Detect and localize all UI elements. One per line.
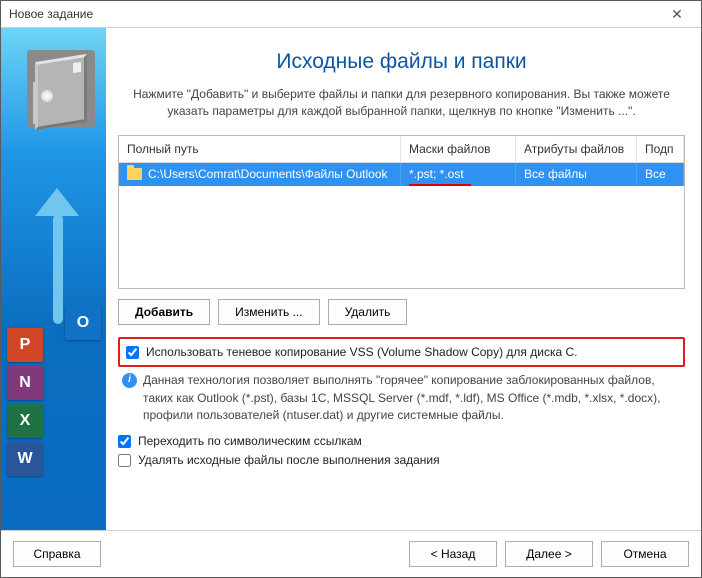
col-path-header[interactable]: Полный путь	[119, 136, 401, 162]
cell-attr: Все файлы	[516, 163, 637, 186]
next-button[interactable]: Далее >	[505, 541, 593, 567]
cell-sub: Все	[637, 163, 684, 186]
vss-label: Использовать теневое копирование VSS (Vo…	[146, 345, 577, 359]
close-icon: ✕	[671, 6, 683, 23]
source-table: Полный путь Маски файлов Атрибуты файлов…	[118, 135, 685, 289]
table-header: Полный путь Маски файлов Атрибуты файлов…	[119, 136, 684, 163]
cell-mask: *.pst; *.ost	[401, 163, 516, 186]
window-title: Новое задание	[9, 7, 93, 21]
row-sub-text: Все	[645, 167, 666, 181]
outlook-icon: O	[65, 306, 101, 340]
cell-path: C:\Users\Comrat\Documents\Файлы Outlook	[119, 163, 401, 186]
col-mask-header[interactable]: Маски файлов	[401, 136, 516, 162]
table-row[interactable]: C:\Users\Comrat\Documents\Файлы Outlook …	[119, 163, 684, 186]
table-actions: Добавить Изменить ... Удалить	[118, 299, 685, 325]
dialog-window: Новое задание ✕ O P N X W Исходн	[0, 0, 702, 578]
info-icon: i	[122, 373, 137, 388]
cancel-button[interactable]: Отмена	[601, 541, 689, 567]
vss-hint: i Данная технология позволяет выполнять …	[122, 372, 685, 424]
page-title: Исходные файлы и папки	[118, 50, 685, 74]
options-block: Использовать теневое копирование VSS (Vo…	[118, 337, 685, 469]
excel-icon: X	[7, 404, 43, 438]
wizard-main: Исходные файлы и папки Нажмите "Добавить…	[106, 28, 701, 530]
wizard-sidebar: O P N X W	[1, 28, 106, 530]
col-attr-header[interactable]: Атрибуты файлов	[516, 136, 637, 162]
folder-icon	[127, 168, 142, 180]
mask-highlight	[409, 184, 471, 186]
vss-option-highlight: Использовать теневое копирование VSS (Vo…	[118, 337, 685, 367]
close-button[interactable]: ✕	[657, 2, 697, 26]
title-bar: Новое задание ✕	[1, 1, 701, 28]
safe-illustration	[27, 50, 95, 128]
back-button[interactable]: < Назад	[409, 541, 497, 567]
help-button[interactable]: Справка	[13, 541, 101, 567]
edit-button[interactable]: Изменить ...	[218, 299, 319, 325]
delete-source-checkbox[interactable]	[118, 454, 131, 467]
row-mask-text: *.pst; *.ost	[409, 167, 464, 181]
delete-source-label: Удалять исходные файлы после выполнения …	[138, 453, 440, 467]
row-path-text: C:\Users\Comrat\Documents\Файлы Outlook	[148, 167, 388, 181]
wizard-footer: Справка < Назад Далее > Отмена	[1, 530, 701, 577]
delete-source-checkbox-row[interactable]: Удалять исходные файлы после выполнения …	[118, 451, 685, 469]
symlinks-checkbox-row[interactable]: Переходить по символическим ссылкам	[118, 432, 685, 450]
vss-checkbox-row[interactable]: Использовать теневое копирование VSS (Vo…	[126, 343, 677, 361]
powerpoint-icon: P	[7, 328, 43, 362]
symlinks-checkbox[interactable]	[118, 435, 131, 448]
onenote-icon: N	[7, 366, 43, 400]
vss-checkbox[interactable]	[126, 346, 139, 359]
row-attr-text: Все файлы	[524, 167, 587, 181]
add-button[interactable]: Добавить	[118, 299, 210, 325]
delete-button[interactable]: Удалить	[328, 299, 408, 325]
vss-hint-text: Данная технология позволяет выполнять "г…	[143, 372, 685, 424]
col-sub-header[interactable]: Подп	[637, 136, 684, 162]
app-tiles: O P N X W	[7, 328, 43, 480]
symlinks-label: Переходить по символическим ссылкам	[138, 434, 362, 448]
page-subtitle: Нажмите "Добавить" и выберите файлы и па…	[118, 86, 685, 121]
word-icon: W	[7, 442, 43, 476]
